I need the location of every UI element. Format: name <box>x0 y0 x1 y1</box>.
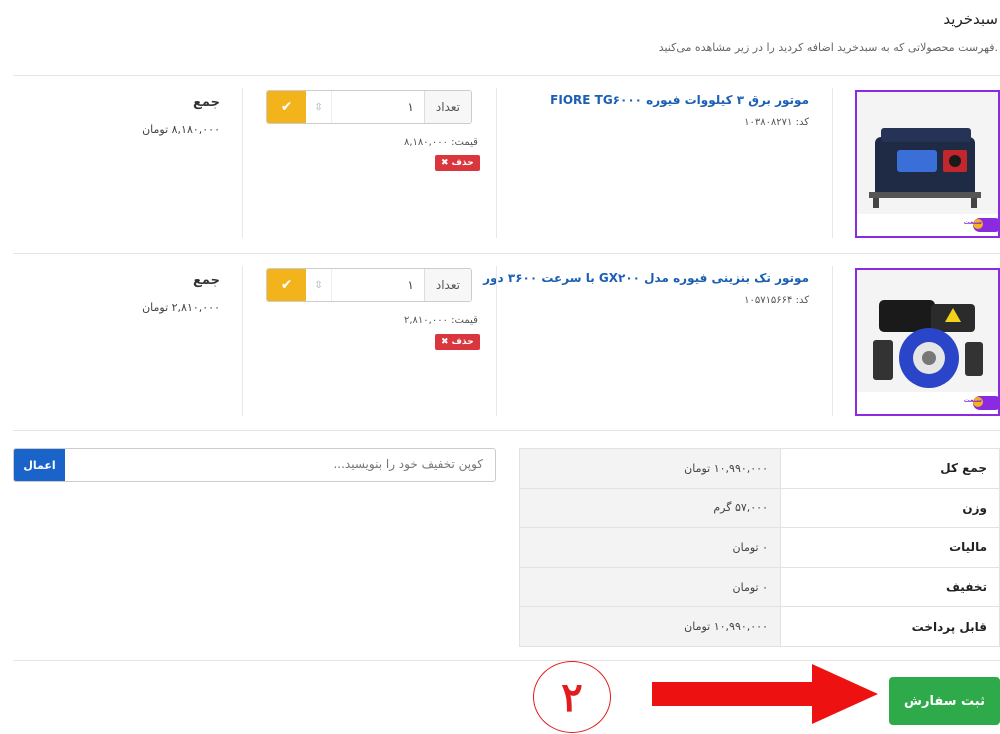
quantity-control: ✔ ⇳ تعداد <box>266 90 472 124</box>
check-icon: ✔ <box>280 99 293 115</box>
totals-label: مالیات <box>780 527 1000 568</box>
product-code-value: ۱۰۵۷۱۵۶۶۴ <box>744 295 793 306</box>
totals-label: جمع کل <box>780 448 1000 489</box>
brand-watermark: آتر سنعت <box>963 219 992 226</box>
quantity-stepper[interactable]: ⇳ <box>306 269 332 301</box>
page-description: فهرست محصولاتی که به سبدخرید اضافه کردید… <box>658 41 998 54</box>
totals-value: ۱۰,۹۹۰,۰۰۰ تومان <box>519 606 781 647</box>
totals-value: ۱۰,۹۹۰,۰۰۰ تومان <box>519 448 781 489</box>
coupon-field[interactable]: اعمال کوپن تخفیف خود را بنویسید... <box>13 448 496 482</box>
column-divider <box>496 266 497 416</box>
product-image[interactable]: آتر سنعت <box>855 90 1000 238</box>
totals-value: ۵۷,۰۰۰ گرم <box>519 487 781 529</box>
generator-image <box>857 92 998 236</box>
quantity-label: تعداد <box>423 269 471 301</box>
column-divider <box>832 88 833 238</box>
unit-price-value: ۸,۱۸۰,۰۰۰ <box>404 137 448 148</box>
totals-label: قابل پرداخت <box>780 606 1000 647</box>
unit-price: قیمت: ۲,۸۱۰,۰۰۰ <box>404 315 478 326</box>
product-code-label: کد: <box>795 295 809 306</box>
update-quantity-button[interactable]: ✔ <box>267 269 307 301</box>
item-sum-label: جمع <box>193 273 220 288</box>
arrow-right-icon <box>652 664 878 724</box>
product-code-value: ۱۰۳۸۰۸۲۷۱ <box>744 117 793 128</box>
submit-order-button[interactable]: ثبت سفارش <box>889 677 1000 725</box>
divider <box>13 75 1000 76</box>
product-code: کد: ۱۰۳۸۰۸۲۷۱ <box>744 117 809 128</box>
item-sum-value: ۸,۱۸۰,۰۰۰ تومان <box>142 123 220 136</box>
quantity-input[interactable] <box>331 91 424 123</box>
column-divider <box>832 266 833 416</box>
totals-row: ۱۰,۹۹۰,۰۰۰ تومان جمع کل <box>519 448 1000 489</box>
totals-row: ۵۷,۰۰۰ گرم وزن <box>519 487 1000 529</box>
stepper-arrows-icon: ⇳ <box>314 279 323 291</box>
totals-value: ۰ تومان <box>519 527 781 568</box>
check-icon: ✔ <box>280 277 293 293</box>
stepper-arrows-icon: ⇳ <box>314 101 323 113</box>
divider <box>13 253 1000 254</box>
close-icon: ✖ <box>441 158 449 168</box>
delete-item-button[interactable]: حذف ✖ <box>435 155 480 171</box>
column-divider <box>496 88 497 238</box>
page-title: سبدخرید <box>943 10 998 28</box>
totals-label: وزن <box>780 487 1000 529</box>
divider <box>13 660 1000 661</box>
unit-price-label: قیمت: <box>451 137 478 148</box>
totals-row: ۱۰,۹۹۰,۰۰۰ تومان قابل پرداخت <box>519 606 1000 647</box>
item-sum-value: ۲,۸۱۰,۰۰۰ تومان <box>142 301 220 314</box>
step-number-annotation: ۲ <box>533 661 611 733</box>
quantity-label: تعداد <box>423 91 471 123</box>
engine-image <box>857 270 998 414</box>
unit-price: قیمت: ۸,۱۸۰,۰۰۰ <box>404 137 478 148</box>
brand-watermark: آتر سنعت <box>963 397 992 404</box>
unit-price-value: ۲,۸۱۰,۰۰۰ <box>404 315 448 326</box>
column-divider <box>242 88 243 238</box>
totals-label: تخفیف <box>780 566 1000 608</box>
divider <box>13 430 1000 431</box>
product-image[interactable]: آتر سنعت <box>855 268 1000 416</box>
quantity-stepper[interactable]: ⇳ <box>306 91 332 123</box>
product-code-label: کد: <box>795 117 809 128</box>
coupon-placeholder: کوپن تخفیف خود را بنویسید... <box>333 457 483 471</box>
totals-value: ۰ تومان <box>519 566 781 608</box>
product-name-link[interactable]: موتور برق ۳ کیلووات فیوره FIORE TG۶۰۰۰ <box>550 93 809 107</box>
apply-coupon-button[interactable]: اعمال <box>14 449 65 481</box>
product-name-link[interactable]: موتور تک بنزینی فیوره مدل GX۲۰۰ با سرعت … <box>483 271 809 285</box>
delete-label: حذف <box>451 158 474 168</box>
close-icon: ✖ <box>441 337 449 347</box>
item-sum-label: جمع <box>193 95 220 110</box>
unit-price-label: قیمت: <box>451 315 478 326</box>
totals-table: ۱۰,۹۹۰,۰۰۰ تومان جمع کل ۵۷,۰۰۰ گرم وزن ۰… <box>519 448 1000 647</box>
totals-row: ۰ تومان تخفیف <box>519 566 1000 608</box>
quantity-control: ✔ ⇳ تعداد <box>266 268 472 302</box>
product-code: کد: ۱۰۵۷۱۵۶۶۴ <box>744 295 809 306</box>
quantity-input[interactable] <box>331 269 424 301</box>
totals-row: ۰ تومان مالیات <box>519 527 1000 568</box>
delete-item-button[interactable]: حذف ✖ <box>435 334 480 350</box>
column-divider <box>242 266 243 416</box>
update-quantity-button[interactable]: ✔ <box>267 91 307 123</box>
delete-label: حذف <box>451 337 474 347</box>
